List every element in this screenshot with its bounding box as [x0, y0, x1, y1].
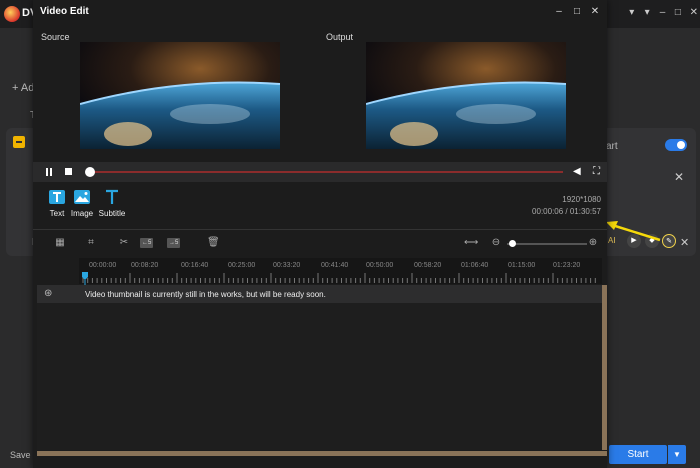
start-toggle-label: art: [606, 141, 618, 152]
timeline-ticks: [82, 273, 596, 283]
start-button[interactable]: Start: [609, 445, 667, 464]
close-icon[interactable]: ✕: [590, 7, 600, 17]
shirt-icon[interactable]: ▾: [628, 8, 635, 18]
zoom-out-icon[interactable]: ⊖: [490, 237, 502, 249]
seek-handle[interactable]: [85, 167, 95, 177]
back-5s-button[interactable]: ←5: [140, 238, 154, 248]
tick-label: 01:06:40: [461, 262, 489, 269]
divider: [33, 229, 607, 230]
forward-5s-button[interactable]: →5: [167, 238, 181, 248]
film-icon[interactable]: ▦: [54, 237, 66, 249]
image-tool-button[interactable]: Image: [65, 189, 99, 218]
pause-icon[interactable]: [45, 168, 53, 176]
close-icon[interactable]: ✕: [680, 236, 689, 249]
tick-label: 00:16:40: [181, 262, 209, 269]
delete-icon[interactable]: 🗑: [207, 237, 220, 249]
film-reel-icon: ⊛: [44, 288, 53, 299]
annotation-arrow-icon: [606, 221, 661, 242]
tick-label: 00:41:40: [321, 262, 349, 269]
dialog-title: Video Edit: [40, 6, 89, 17]
vertical-scrollbar[interactable]: [602, 285, 607, 450]
zoom-handle[interactable]: [509, 240, 516, 247]
app-logo-icon: [4, 6, 20, 22]
image-icon: [74, 190, 90, 204]
minimize-icon[interactable]: –: [554, 7, 564, 17]
close-icon[interactable]: ✕: [690, 8, 698, 18]
horizontal-scrollbar[interactable]: [37, 451, 607, 456]
stop-icon[interactable]: [65, 168, 72, 175]
tick-label: 01:15:00: [508, 262, 536, 269]
maximize-icon[interactable]: □: [674, 8, 681, 18]
source-label: Source: [41, 32, 70, 42]
settings-icon[interactable]: ▾: [643, 8, 650, 18]
video-edit-dialog: Video Edit – □ ✕ Source Output ◀ ⛶ Text …: [33, 0, 607, 468]
maximize-icon[interactable]: □: [572, 7, 582, 17]
resolution-text: 1920*1080: [562, 195, 601, 204]
zoom-in-icon[interactable]: ⊕: [587, 237, 599, 249]
split-icon[interactable]: ✂: [118, 237, 130, 249]
output-preview: [366, 42, 566, 149]
tick-label: 00:33:20: [273, 262, 301, 269]
minimize-icon[interactable]: –: [659, 8, 666, 18]
tick-label: 00:58:20: [414, 262, 442, 269]
timeline-area: [37, 303, 602, 450]
time-readout: 00:00:06 / 01:30:57: [532, 207, 601, 216]
app-window-controls: ▾ ▾ – □ ✕: [628, 5, 698, 21]
tick-label: 00:25:00: [228, 262, 256, 269]
output-label: Output: [326, 32, 354, 42]
tick-label: 01:23:20: [553, 262, 581, 269]
tick-label: 00:00:00: [89, 262, 117, 269]
start-dropdown-button[interactable]: ▼: [668, 445, 686, 464]
tick-label: 00:50:00: [366, 262, 394, 269]
fit-icon[interactable]: ⟷: [464, 237, 478, 249]
task-checkbox[interactable]: [13, 136, 25, 148]
subtitle-icon: [106, 189, 118, 204]
close-icon[interactable]: ✕: [674, 170, 684, 184]
crop-icon[interactable]: ⌗: [85, 237, 97, 249]
start-toggle[interactable]: [665, 139, 687, 151]
volume-icon[interactable]: ◀: [573, 166, 583, 177]
tick-label: 00:08:20: [131, 262, 159, 269]
fullscreen-icon[interactable]: ⛶: [593, 166, 603, 177]
subtitle-tool-label: Subtitle: [98, 209, 126, 218]
zoom-slider[interactable]: [507, 243, 587, 245]
image-tool-label: Image: [70, 209, 94, 218]
subtitle-tool-button[interactable]: Subtitle: [95, 189, 129, 218]
seek-bar[interactable]: [88, 171, 563, 173]
track-message: Video thumbnail is currently still in th…: [85, 290, 326, 299]
source-preview: [80, 42, 280, 149]
text-icon: [49, 190, 65, 204]
